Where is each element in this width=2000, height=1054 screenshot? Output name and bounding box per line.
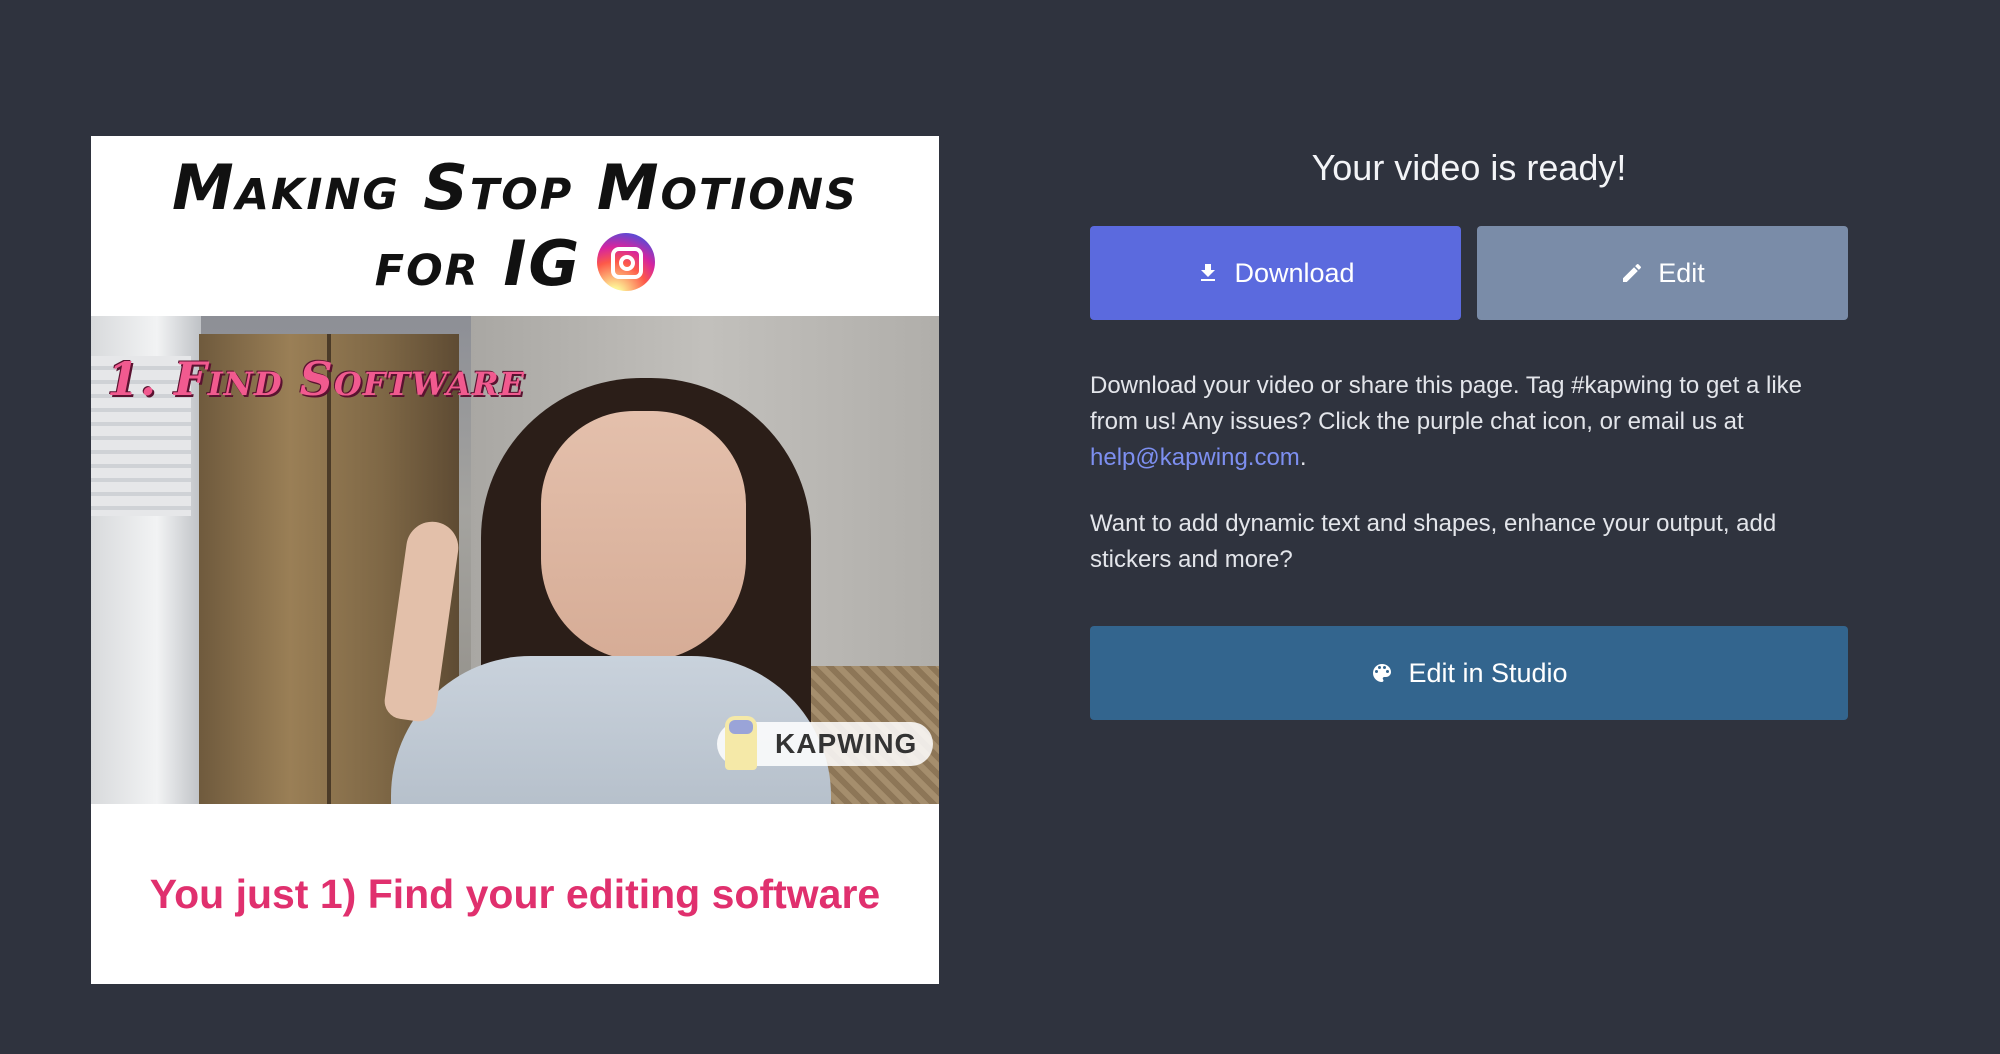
video-title-line-1: Making Stop Motions: [172, 151, 858, 224]
share-description: Download your video or share this page. …: [1090, 368, 1848, 476]
download-icon: [1201, 264, 1216, 281]
download-button-label: Download: [1234, 257, 1355, 288]
edit-button[interactable]: Edit: [1477, 226, 1848, 320]
page-title: Your video is ready!: [1311, 147, 1627, 188]
subtitle-area: You just 1) Find your editing software: [91, 804, 939, 984]
watermark-label: KAPWING: [775, 728, 918, 759]
edit-button-label: Edit: [1658, 257, 1705, 288]
video-subtitle: You just 1) Find your editing software: [149, 870, 881, 917]
support-email-link[interactable]: help@kapwing.com: [1090, 444, 1300, 471]
studio-prompt: Want to add dynamic text and shapes, enh…: [1090, 510, 1777, 573]
instagram-icon: [597, 233, 656, 291]
video-title-area: Making Stop Motions for IG: [91, 136, 939, 316]
edit-in-studio-label: Edit in Studio: [1408, 657, 1568, 688]
video-title-line-2: for IG: [374, 227, 582, 300]
export-panel: Your video is ready! Download Edit Downl…: [1090, 136, 1848, 720]
video-preview[interactable]: Making Stop Motions for IG 1. Find Softw…: [91, 136, 939, 984]
edit-in-studio-button[interactable]: Edit in Studio: [1090, 626, 1848, 720]
scene-person-face: [541, 411, 746, 661]
share-description-end: .: [1299, 444, 1307, 471]
share-description-text: Download your video or share this page. …: [1090, 372, 1802, 435]
download-button[interactable]: Download: [1090, 226, 1461, 320]
video-frame: 1. Find Software KAPWING: [91, 316, 939, 804]
pencil-icon: [1623, 263, 1642, 282]
kapwing-logo-icon: [725, 716, 757, 770]
action-buttons: Download Edit: [1090, 226, 1848, 320]
scene-caption: 1. Find Software: [107, 352, 526, 406]
palette-icon: [1373, 664, 1392, 682]
video-title-line-2-wrap: for IG: [375, 226, 656, 302]
kapwing-watermark: KAPWING: [717, 716, 934, 770]
